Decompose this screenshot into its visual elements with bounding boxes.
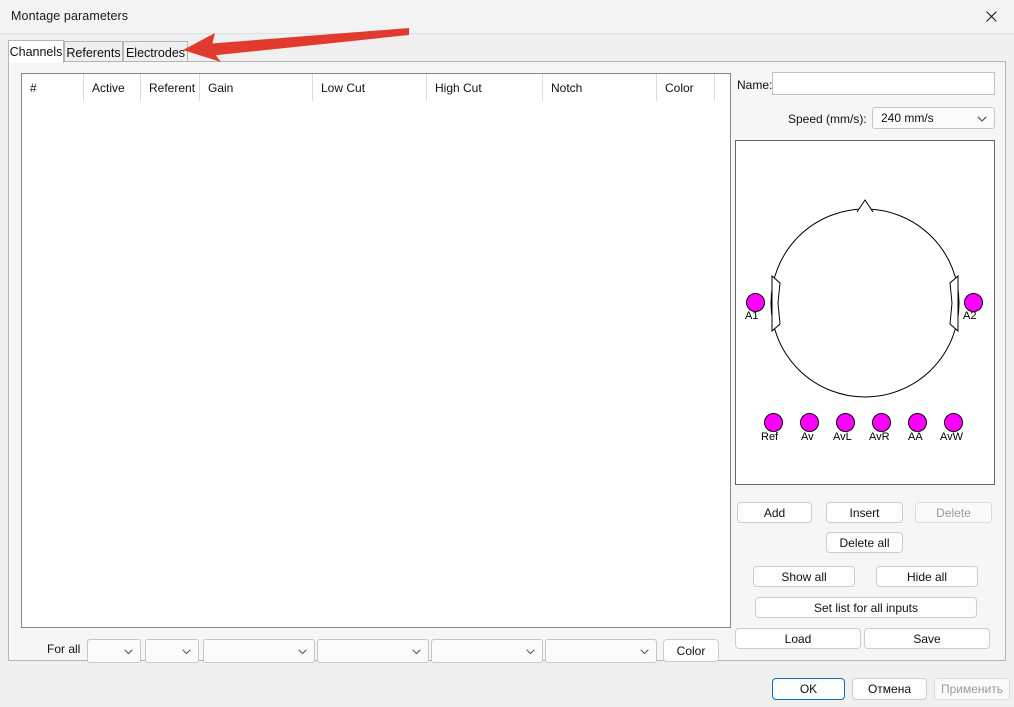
for-all-row: For all Color	[21, 637, 731, 663]
head-diagram[interactable]: A1 A2 Ref Av AvL AvR AA AvW	[735, 140, 995, 485]
tab-referents[interactable]: Referents	[64, 41, 123, 63]
electrode-AvL-label: AvL	[833, 431, 852, 443]
column-header-low-cut[interactable]: Low Cut	[313, 74, 427, 101]
window-title: Montage parameters	[11, 9, 129, 23]
tab-channels-label: Channels	[9, 45, 63, 59]
for-all-high-cut-combo[interactable]	[431, 639, 543, 663]
electrode-AvR-label: AvR	[869, 431, 890, 443]
table-header-row: # Active Referent Gain Low Cut High Cut …	[22, 74, 730, 102]
tab-referents-label: Referents	[66, 45, 121, 60]
montage-parameters-dialog: Montage parameters Channels Referents El…	[0, 0, 1014, 707]
tab-channels[interactable]: Channels	[8, 40, 64, 63]
column-header-notch[interactable]: Notch	[543, 74, 657, 101]
electrode-Ref-label: Ref	[761, 431, 779, 443]
speed-combo[interactable]: 240 mm/s	[872, 107, 995, 129]
add-button[interactable]: Add	[737, 502, 812, 523]
for-all-label: For all	[47, 642, 81, 656]
column-header-high-cut[interactable]: High Cut	[427, 74, 543, 101]
column-header-spacer[interactable]	[715, 74, 730, 101]
electrode-Av[interactable]	[800, 413, 819, 432]
column-header-number[interactable]: #	[22, 74, 84, 101]
column-header-active[interactable]: Active	[84, 74, 141, 101]
cancel-button[interactable]: Отмена	[852, 678, 927, 700]
chevron-down-icon	[298, 644, 307, 658]
column-header-referent[interactable]: Referent	[141, 74, 200, 101]
column-header-color[interactable]: Color	[657, 74, 715, 101]
channels-table[interactable]: # Active Referent Gain Low Cut High Cut …	[21, 73, 731, 628]
show-all-button[interactable]: Show all	[753, 566, 855, 587]
electrode-Av-label: Av	[801, 431, 814, 443]
table-body[interactable]	[22, 101, 730, 627]
for-all-color-button[interactable]: Color	[663, 639, 719, 662]
save-button[interactable]: Save	[864, 628, 990, 649]
ok-button[interactable]: OK	[772, 678, 845, 700]
electrode-Ref[interactable]	[764, 413, 783, 432]
electrode-AA-label: AA	[908, 431, 923, 443]
name-label: Name:	[737, 78, 773, 92]
hide-all-button[interactable]: Hide all	[876, 566, 978, 587]
name-input[interactable]	[772, 72, 995, 95]
for-all-active-combo[interactable]	[87, 639, 141, 663]
for-all-notch-combo[interactable]	[545, 639, 657, 663]
chevron-down-icon	[526, 644, 535, 658]
insert-button[interactable]: Insert	[826, 502, 903, 523]
electrode-AvR[interactable]	[872, 413, 891, 432]
column-header-gain[interactable]: Gain	[200, 74, 313, 101]
tab-strip: Channels Referents Electrodes	[8, 40, 1006, 63]
apply-button[interactable]: Применить	[934, 678, 1010, 700]
chevron-down-icon	[640, 644, 649, 658]
for-all-low-cut-combo[interactable]	[317, 639, 429, 663]
chevron-down-icon	[412, 644, 421, 658]
chevron-down-icon	[977, 111, 987, 125]
close-icon[interactable]	[968, 0, 1014, 32]
electrode-A2-label: A2	[963, 310, 977, 322]
load-button[interactable]: Load	[735, 628, 861, 649]
tab-electrodes[interactable]: Electrodes	[123, 41, 188, 63]
for-all-gain-combo[interactable]	[203, 639, 315, 663]
chevron-down-icon	[124, 644, 133, 658]
speed-label: Speed (mm/s):	[788, 112, 867, 126]
electrode-A1-label: A1	[745, 310, 759, 322]
title-bar: Montage parameters	[0, 0, 1014, 34]
electrode-AvW[interactable]	[944, 413, 963, 432]
tab-electrodes-label: Electrodes	[125, 45, 186, 60]
set-list-for-all-inputs-button[interactable]: Set list for all inputs	[755, 597, 977, 618]
chevron-down-icon	[182, 644, 191, 658]
delete-all-button[interactable]: Delete all	[826, 532, 903, 553]
for-all-referent-combo[interactable]	[145, 639, 199, 663]
delete-button[interactable]: Delete	[915, 502, 992, 523]
electrode-AvL[interactable]	[836, 413, 855, 432]
electrode-AA[interactable]	[908, 413, 927, 432]
electrode-AvW-label: AvW	[940, 431, 964, 443]
speed-value: 240 mm/s	[881, 111, 934, 125]
